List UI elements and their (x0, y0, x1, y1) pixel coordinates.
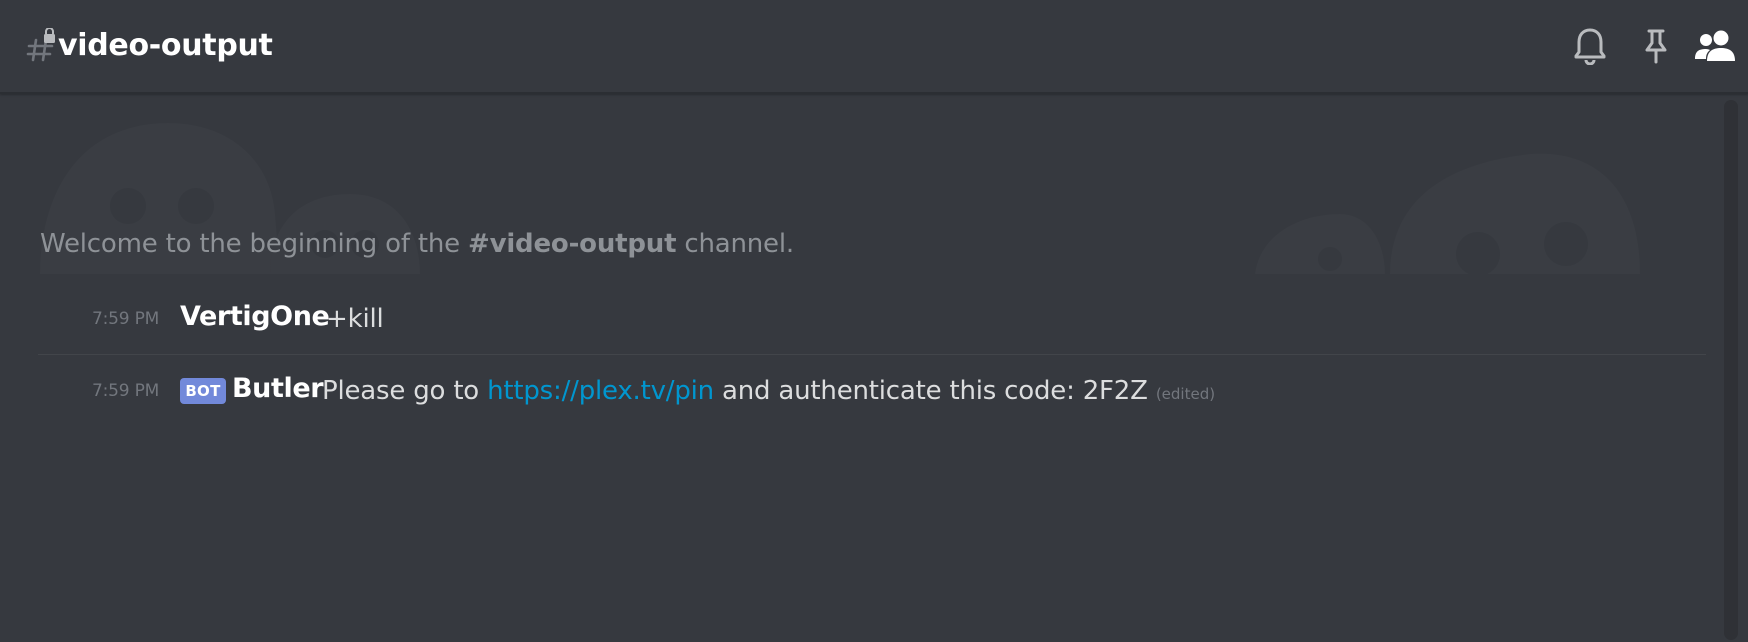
message-timestamp: 7:59 PM (92, 381, 160, 401)
message-author[interactable]: VertigOne (180, 300, 330, 334)
message-divider (38, 354, 1706, 355)
welcome-channel-name: #video-output (468, 229, 677, 259)
message-author[interactable]: Butler (232, 372, 324, 406)
message-content: Please go to https://plex.tv/pin and aut… (322, 374, 1215, 411)
bot-badge: BOT (180, 378, 226, 404)
hash-lock-icon (26, 28, 55, 62)
channel-header: video-output (0, 0, 1748, 94)
message-text-before: Please go to (322, 376, 488, 406)
channel-title: video-output (58, 28, 273, 63)
message-list[interactable]: Welcome to the beginning of the #video-o… (0, 94, 1748, 642)
welcome-prefix: Welcome to the beginning of the (40, 229, 469, 259)
edited-marker: (edited) (1155, 385, 1216, 403)
bell-icon (1574, 28, 1606, 65)
message-item[interactable]: 7:59 PM VertigOne +kill (0, 294, 1706, 342)
message-content: +kill (326, 304, 384, 334)
channel-welcome-message: Welcome to the beginning of the #video-o… (40, 224, 794, 264)
pin-icon (1645, 29, 1667, 64)
member-list-button[interactable] (1694, 24, 1738, 68)
wumpus-decoration-icon (0, 122, 1748, 294)
scrollbar[interactable] (1724, 100, 1738, 640)
notification-bell-button[interactable] (1568, 24, 1612, 68)
message-item[interactable]: 7:59 PM BOT Butler Please go to https://… (0, 366, 1706, 414)
message-timestamp: 7:59 PM (92, 309, 160, 329)
welcome-suffix: channel. (676, 229, 794, 259)
pinned-messages-button[interactable] (1634, 24, 1678, 68)
message-link[interactable]: https://plex.tv/pin (487, 376, 714, 406)
message-text-after: and authenticate this code: 2F2Z (713, 376, 1156, 406)
members-icon (1695, 30, 1735, 61)
